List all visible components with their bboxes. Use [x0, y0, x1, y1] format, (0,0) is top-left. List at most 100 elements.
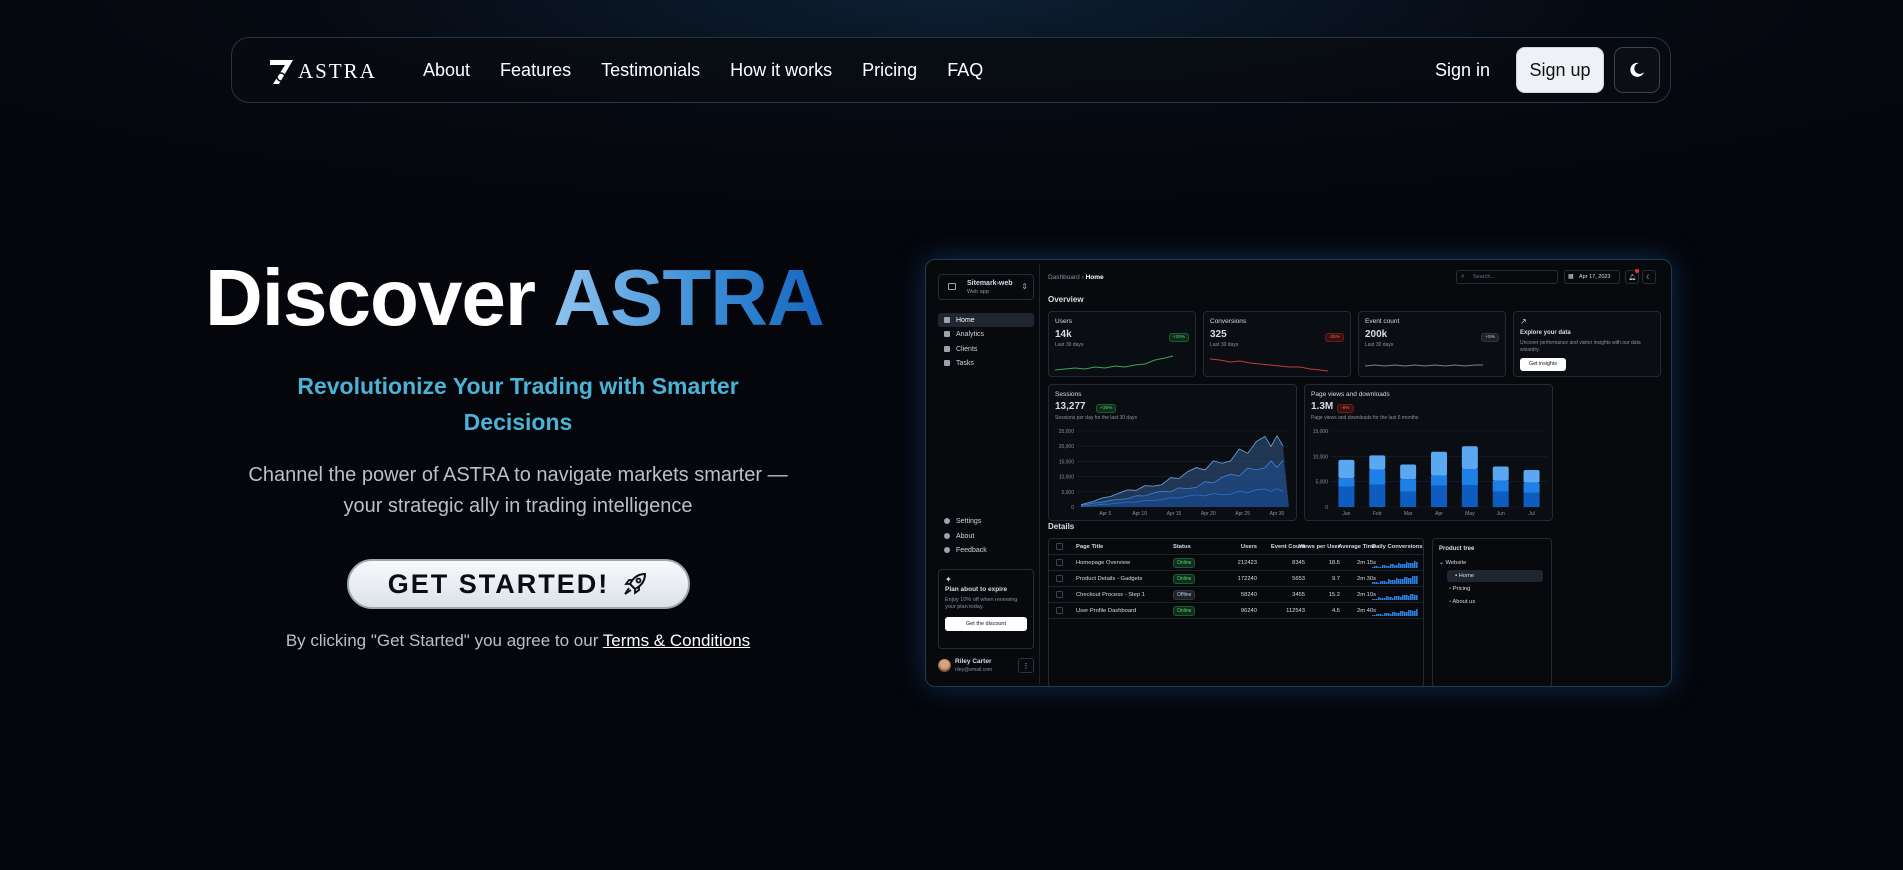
sidebar-item-settings[interactable]: Settings [938, 514, 1034, 528]
spark-bar [1374, 599, 1376, 600]
spark-bar [1396, 578, 1398, 584]
nav-link-pricing[interactable]: Pricing [862, 60, 917, 81]
cell-average-time: 2m 10s [1356, 592, 1376, 598]
y-tick-label: 5,000 [1061, 490, 1074, 496]
card-value: 14k [1055, 329, 1072, 340]
analytics-icon [944, 331, 950, 337]
spark-bar [1388, 597, 1390, 600]
get-started-button[interactable]: GET STARTED! [347, 559, 690, 609]
breadcrumb-root[interactable]: Dashboard [1048, 274, 1080, 281]
theme-toggle-button[interactable] [1614, 47, 1660, 93]
bar-segment [1461, 485, 1478, 507]
col-daily-conversions[interactable]: Daily Conversions [1372, 544, 1423, 550]
trend-badge: +35% [1096, 404, 1117, 413]
status-badge: Online [1173, 606, 1196, 616]
bar-segment [1338, 478, 1355, 487]
more-options-button[interactable]: ⋮ [1018, 658, 1034, 673]
spark-bar [1378, 614, 1380, 616]
terms-link[interactable]: Terms & Conditions [603, 631, 750, 650]
spark-bar [1394, 580, 1396, 584]
bar-segment [1369, 455, 1386, 470]
spark-bar [1376, 582, 1378, 584]
sidebar-item-about[interactable]: About [938, 529, 1034, 543]
get-discount-button[interactable]: Get the discount [945, 617, 1027, 631]
col-status[interactable]: Status [1173, 544, 1191, 550]
dashboard-search-input[interactable]: ⌕ Search... [1456, 270, 1558, 284]
y-tick-label: 10,000 [1059, 475, 1075, 481]
sign-in-link[interactable]: Sign in [1435, 60, 1490, 81]
sidebar-item-analytics[interactable]: Analytics [938, 327, 1034, 341]
tasks-icon [944, 360, 950, 366]
sign-up-button[interactable]: Sign up [1516, 47, 1604, 93]
tree-item-pricing[interactable]: ▪ Pricing [1449, 586, 1470, 592]
tree-item-website[interactable]: ⌄ Website [1439, 560, 1466, 566]
spark-bar [1416, 562, 1418, 568]
bar-segment [1369, 469, 1386, 485]
insights-card: ↗ Explore your data Uncover performance … [1513, 311, 1661, 377]
spark-bar [1388, 579, 1390, 584]
table-row[interactable]: User Profile Dashboard Online 96240 112543 4… [1049, 603, 1425, 619]
date-picker[interactable]: ▦ Apr 17, 2023 [1564, 270, 1620, 284]
daily-conversions-sparkbar [1372, 609, 1418, 616]
tree-item-home[interactable]: ▪ Home [1447, 570, 1543, 582]
table-row[interactable]: Homepage Overview Online 212423 8345 18.5 2m … [1049, 555, 1425, 571]
sidebar-item-feedback[interactable]: Feedback [938, 543, 1034, 557]
row-checkbox[interactable] [1056, 559, 1063, 566]
nav-link-faq[interactable]: FAQ [947, 60, 983, 81]
status-badge: Offline [1173, 590, 1196, 600]
spark-bar [1382, 581, 1384, 584]
spark-bar [1394, 565, 1396, 568]
notifications-button[interactable]: 🔔︎ [1625, 269, 1639, 284]
pageviews-card: Page views and downloads 1.3M -8% Page v… [1304, 384, 1553, 521]
bar-segment [1431, 475, 1447, 486]
daily-conversions-sparkbar [1372, 576, 1418, 584]
sidebar-item-tasks[interactable]: Tasks [938, 356, 1034, 370]
spark-bar [1388, 613, 1390, 616]
nav-link-about[interactable]: About [423, 60, 470, 81]
x-tick-label: Feb [1373, 511, 1382, 517]
gear-icon [944, 518, 950, 524]
table-row[interactable]: Checkout Process - Step 1 Offline 58240 345… [1049, 587, 1425, 603]
home-icon [944, 317, 950, 323]
chevron-updown-icon: ⇕ [1021, 282, 1028, 291]
trend-badge: +5% [1481, 333, 1499, 342]
spark-bar [1376, 566, 1378, 568]
spark-bar [1378, 583, 1380, 584]
table-row[interactable]: Product Details - Gadgets Online 172240 565… [1049, 571, 1425, 587]
bar-segment [1492, 466, 1509, 481]
get-insights-button[interactable]: Get insights [1520, 358, 1566, 371]
spark-bar [1386, 566, 1388, 568]
chart-sub: Page views and downloads for the last 6 … [1311, 415, 1419, 421]
col-page-title[interactable]: Page Title [1076, 544, 1103, 550]
row-checkbox[interactable] [1056, 607, 1063, 614]
col-average-time[interactable]: Average Time [1315, 544, 1376, 550]
spark-bar [1396, 565, 1398, 568]
spark-bar [1404, 564, 1406, 568]
row-checkbox[interactable] [1056, 591, 1063, 598]
moon-icon [1630, 62, 1644, 77]
spark-bar [1400, 611, 1402, 616]
avatar[interactable] [938, 659, 951, 672]
logo[interactable]: ASTRA [267, 56, 377, 86]
sidebar-item-home[interactable]: Home [938, 313, 1034, 327]
cell-users: 58240 [1240, 592, 1257, 598]
row-checkbox[interactable] [1056, 575, 1063, 582]
nav-link-features[interactable]: Features [500, 60, 571, 81]
sidebar-item-clients[interactable]: Clients [938, 342, 1034, 356]
dashboard-sidebar: Sitemark-web Web app ⇕ Home Analytics Cl… [930, 264, 1040, 684]
select-all-checkbox[interactable] [1056, 543, 1063, 550]
nav-link-how-it-works[interactable]: How it works [730, 60, 832, 81]
sidebar-item-label: Feedback [956, 546, 987, 554]
spark-bar [1388, 566, 1390, 568]
plan-card: ✦ Plan about to expire Enjoy 10% off whe… [938, 569, 1034, 649]
nav-link-testimonials[interactable]: Testimonials [601, 60, 700, 81]
dashboard-theme-button[interactable]: ☾ [1642, 270, 1656, 284]
chart-value: 1.3M [1311, 401, 1334, 412]
cell-average-time: 2m 15s [1356, 560, 1376, 566]
spark-bar [1384, 613, 1386, 616]
site-selector[interactable]: Sitemark-web Web app ⇕ [938, 274, 1034, 300]
dashboard-main: Dashboard › Home ⌕ Search... ▦ Apr 17, 2… [1048, 260, 1668, 686]
spark-bar [1382, 565, 1384, 568]
tree-item-about-us[interactable]: ▪ About us [1449, 599, 1475, 605]
events-sparkline [1365, 364, 1483, 367]
